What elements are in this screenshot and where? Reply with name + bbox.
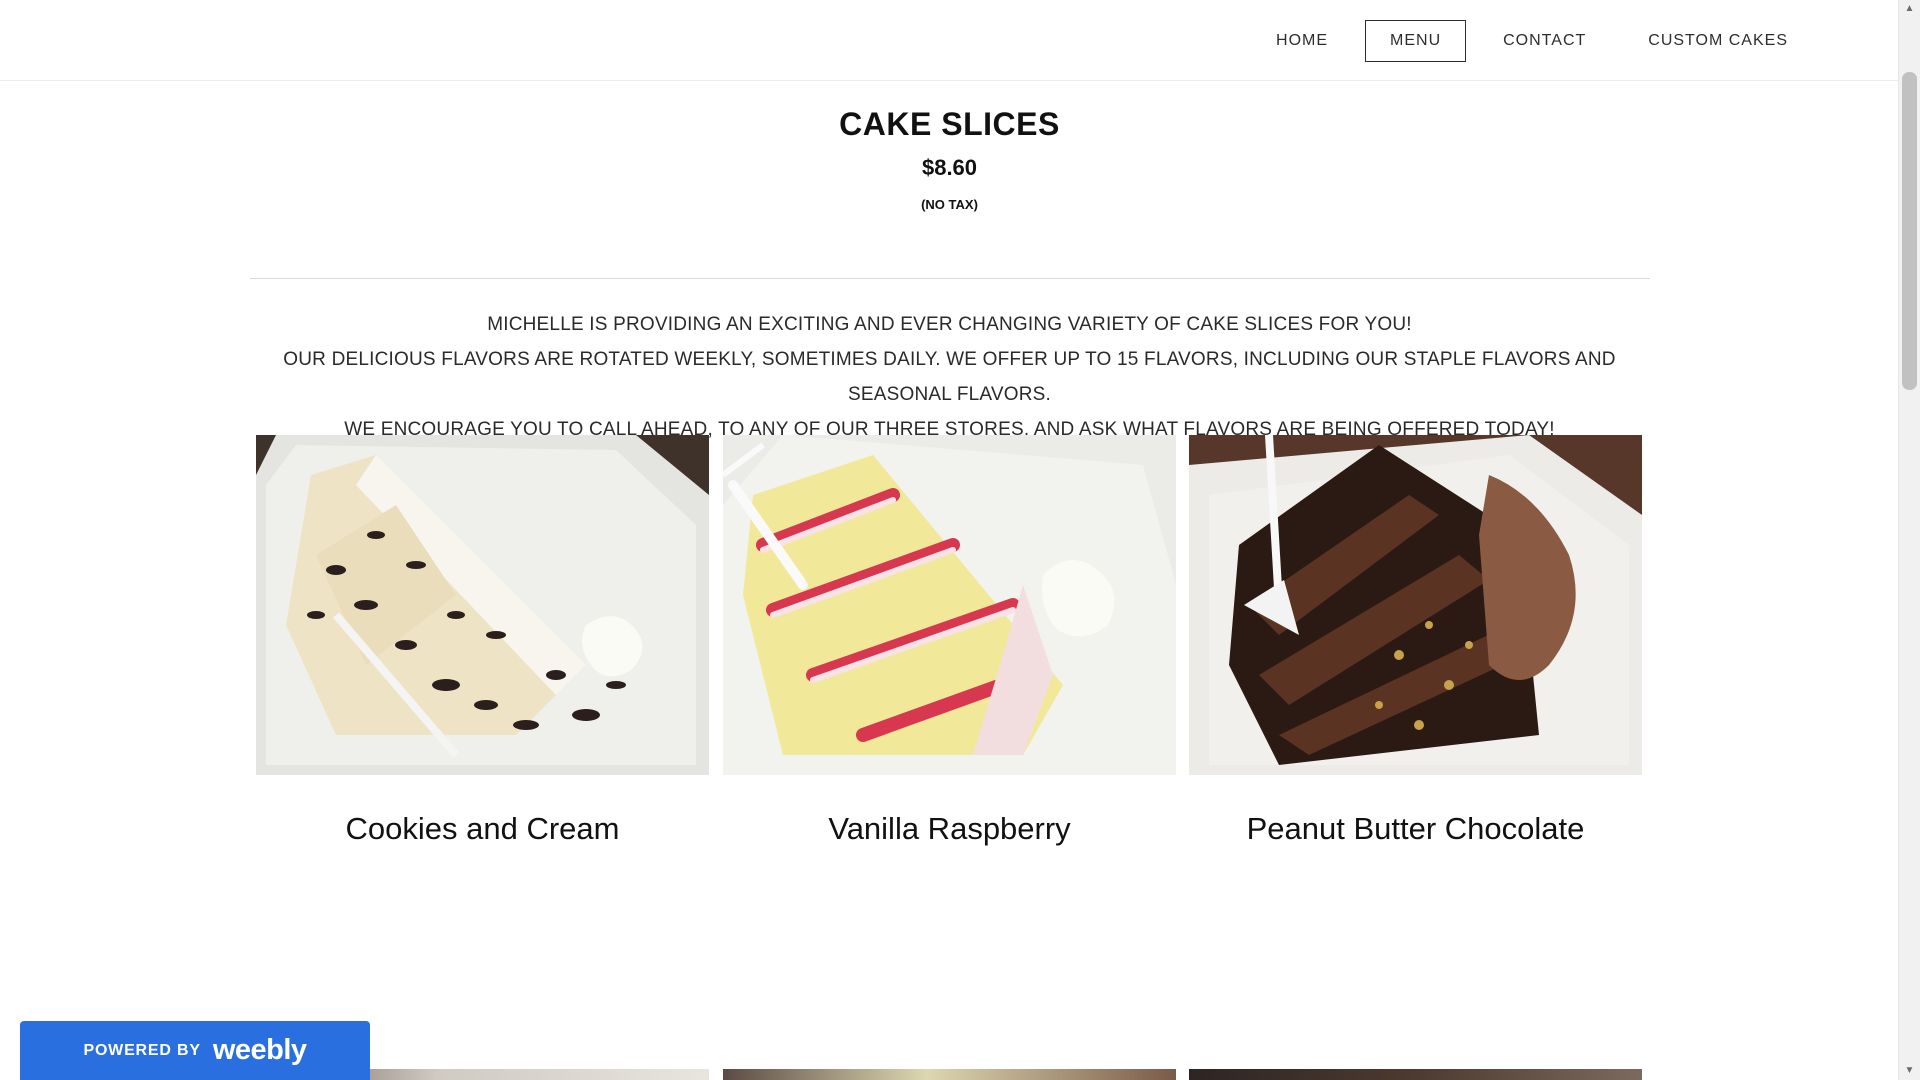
cookies-and-cream-image xyxy=(256,435,709,775)
flavor-label: Cookies and Cream xyxy=(345,811,620,846)
page: HOME MENU CONTACT CUSTOM CAKES CAKE SLIC… xyxy=(0,0,1920,1080)
page-title: CAKE SLICES xyxy=(839,106,1060,142)
nav-custom-cakes[interactable]: CUSTOM CAKES xyxy=(1623,20,1813,62)
description-line-1: MICHELLE IS PROVIDING AN EXCITING AND EV… xyxy=(487,314,1412,335)
weebly-logo: weebly xyxy=(212,1034,307,1066)
main-content: CAKE SLICES $8.60 (NO TAX) MICHELLE IS P… xyxy=(0,80,1899,447)
peanut-butter-chocolate-image xyxy=(1189,435,1642,775)
description: MICHELLE IS PROVIDING AN EXCITING AND EV… xyxy=(250,307,1650,447)
divider xyxy=(249,278,1650,279)
main-nav: HOME MENU CONTACT CUSTOM CAKES xyxy=(1245,20,1819,62)
cookies-and-cream-photo[interactable] xyxy=(256,435,709,775)
flavor-label: Vanilla Raspberry xyxy=(828,811,1071,846)
gallery-row-2 xyxy=(256,1069,1642,1080)
nav-contact[interactable]: CONTACT xyxy=(1478,20,1611,62)
vanilla-raspberry-image xyxy=(723,435,1176,775)
vertical-scrollbar[interactable]: ▲ ▼ xyxy=(1898,0,1920,1080)
gallery-item-peanut-butter-chocolate[interactable]: Peanut Butter Chocolate xyxy=(1189,435,1642,846)
gallery-item-vanilla-raspberry[interactable]: Vanilla Raspberry xyxy=(723,435,1176,846)
nav-menu[interactable]: MENU xyxy=(1365,20,1467,62)
description-line-2: OUR DELICIOUS FLAVORS ARE ROTATED WEEKLY… xyxy=(283,349,1616,405)
tax-note: (NO TAX) xyxy=(921,197,978,212)
scroll-down-arrow-icon[interactable]: ▼ xyxy=(1899,1062,1920,1080)
flavor-label: Peanut Butter Chocolate xyxy=(1246,811,1585,846)
scroll-up-arrow-icon[interactable]: ▲ xyxy=(1899,0,1920,18)
price: $8.60 xyxy=(921,155,978,180)
gallery-thumb-5[interactable] xyxy=(723,1069,1176,1080)
powered-by-text: POWERED BY xyxy=(83,1041,201,1059)
gallery-item-cookies-and-cream[interactable]: Cookies and Cream xyxy=(256,435,709,846)
site-header: HOME MENU CONTACT CUSTOM CAKES xyxy=(0,0,1899,81)
scroll-thumb[interactable] xyxy=(1902,72,1917,390)
peanut-butter-chocolate-photo[interactable] xyxy=(1189,435,1642,775)
powered-by-weebly-badge[interactable]: POWERED BY weebly xyxy=(20,1021,370,1080)
gallery-thumb-6[interactable] xyxy=(1189,1069,1642,1080)
nav-home[interactable]: HOME xyxy=(1251,20,1353,62)
vanilla-raspberry-photo[interactable] xyxy=(723,435,1176,775)
